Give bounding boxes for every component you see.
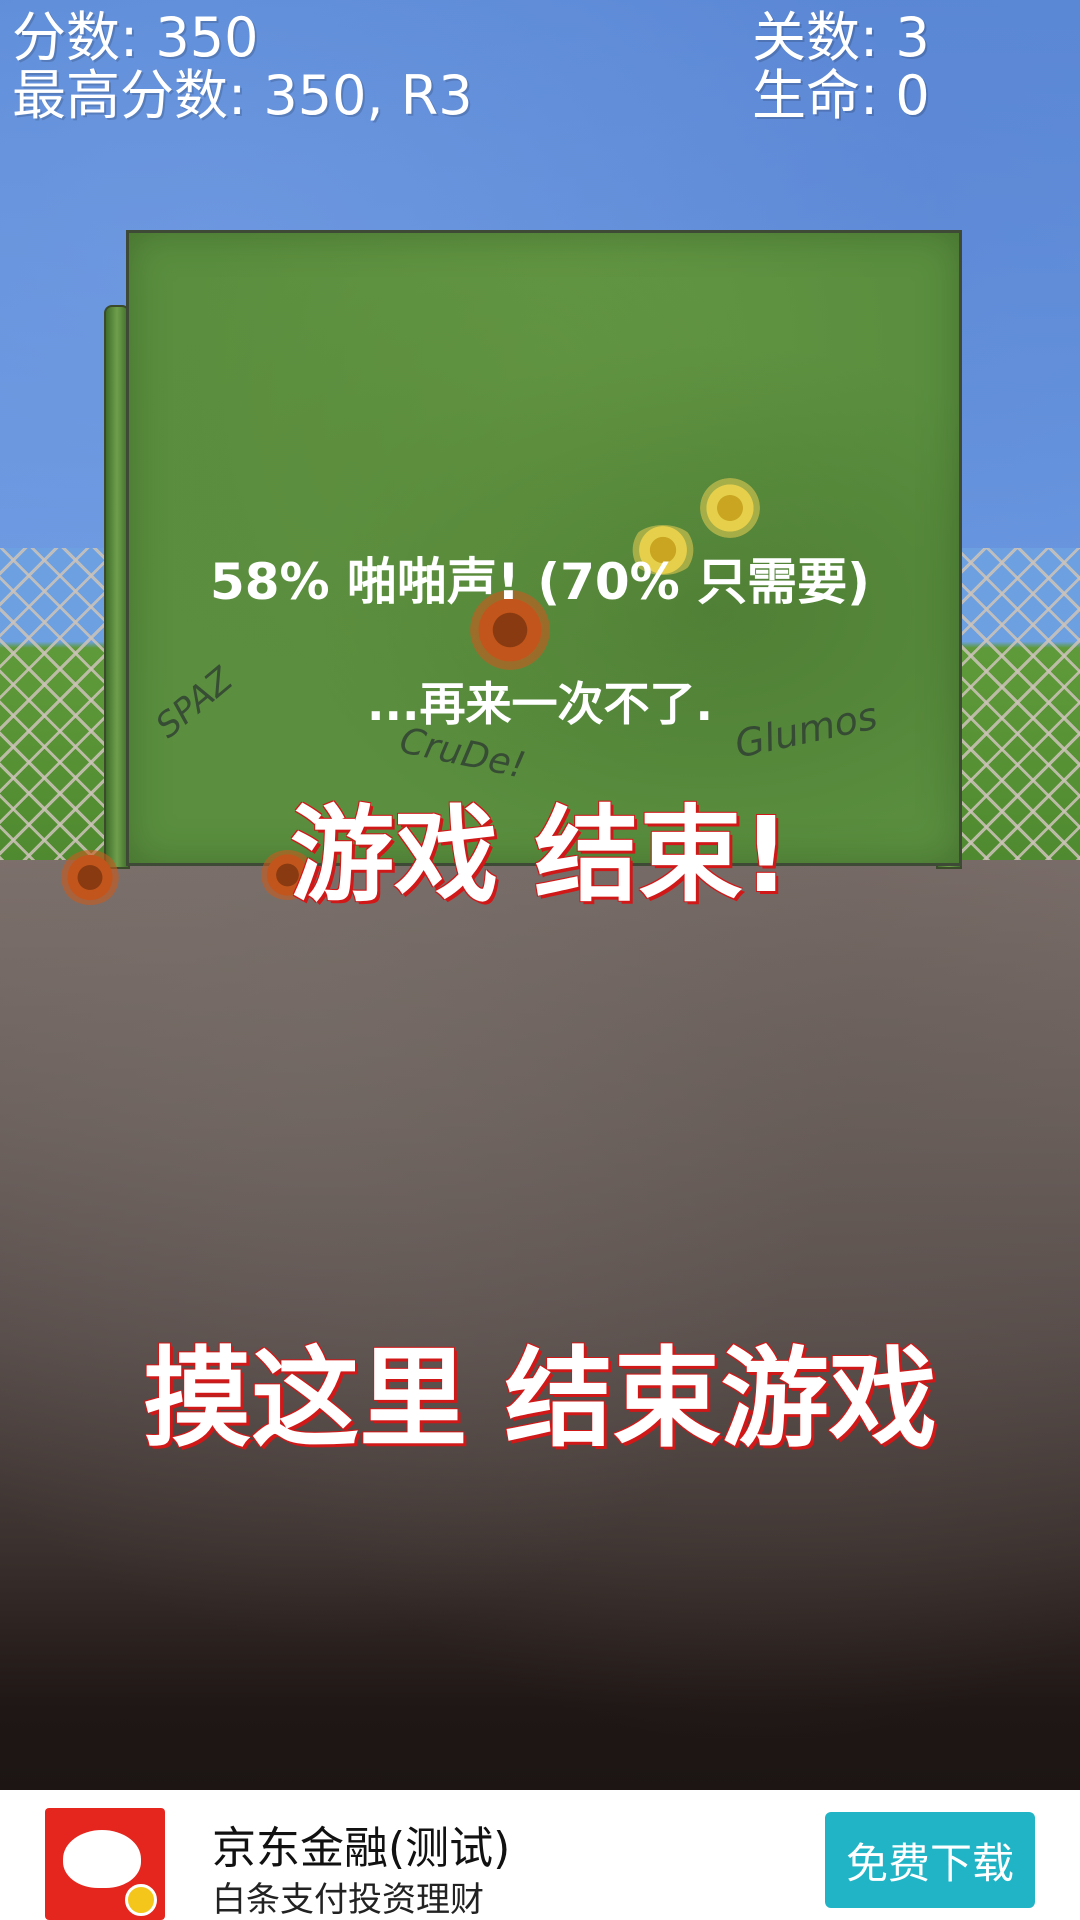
ad-subtitle: 白条支付投资理财 [212,1880,484,1920]
free-download-button[interactable]: 免费下载 [825,1812,1035,1908]
score-label: 分数: 350 [12,6,259,69]
ad-banner[interactable]: 京东金融(测试) 白条支付投资理财 免费下载 [0,1790,1080,1920]
splat-percentage-message: 58% 啪啪声! (70% 只需要) [209,553,871,611]
yellow-splat [700,478,760,538]
lives-label: 生命: 0 [752,64,930,127]
game-screen[interactable]: SPAZ CruDe! Glumos 分数: 350 最高分数: 350, R3… [0,0,1080,1920]
retry-message: ...再来一次不了. [367,677,713,731]
touch-to-end-game-button[interactable]: 摸这里 结束游戏 [0,1335,1080,1465]
level-label: 关数: 3 [752,6,930,69]
jd-finance-logo-icon [45,1808,165,1920]
high-score-label: 最高分数: 350, R3 [12,64,473,127]
ad-title: 京东金融(测试) [212,1823,511,1874]
game-over-title: 游戏 结束! [290,794,790,916]
